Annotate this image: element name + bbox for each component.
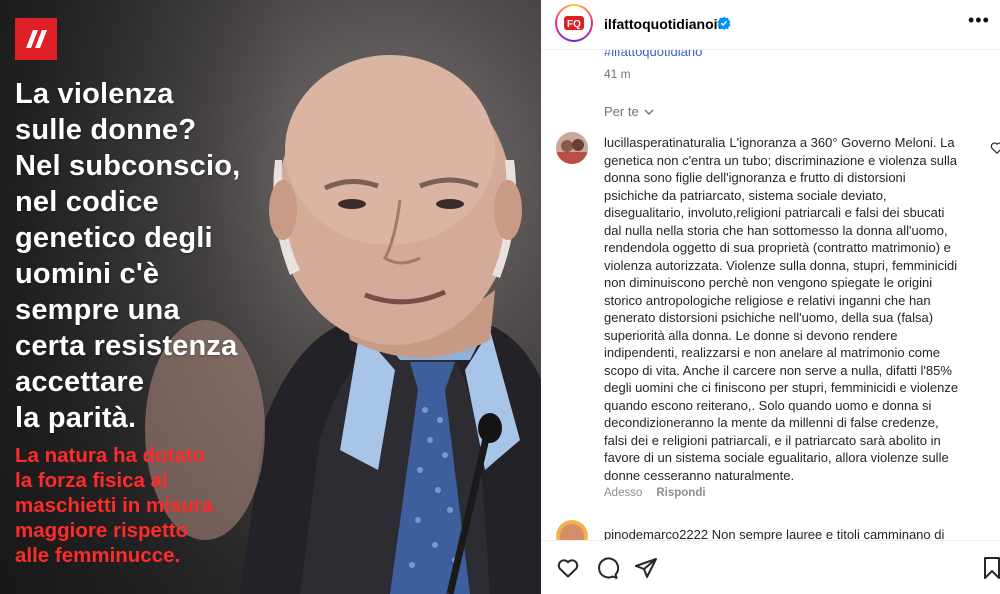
comment-avatar[interactable]: [556, 132, 588, 164]
more-horizontal-icon[interactable]: •••: [968, 10, 990, 31]
chevron-down-icon: [644, 109, 654, 115]
reply-button[interactable]: Rispondi: [656, 487, 705, 499]
action-bar: [541, 540, 1000, 594]
bookmark-icon[interactable]: [984, 556, 1000, 580]
account-avatar[interactable]: FQ: [555, 4, 593, 42]
comment-body: lucillasperatinaturalia L'ignoranza a 360…: [604, 134, 959, 484]
verified-badge-icon: [717, 16, 731, 30]
svg-text:FQ: FQ: [567, 19, 581, 30]
share-icon[interactable]: [634, 556, 658, 580]
post-time: 41 m: [604, 67, 631, 81]
comment-username[interactable]: lucillasperatinaturalia: [604, 135, 725, 150]
post-image[interactable]: La violenza sulle donne? Nel subconscio,…: [0, 0, 541, 594]
post-subhead: La natura ha dotato la forza fisica ai m…: [15, 444, 214, 567]
fatto-logo-icon: FQ: [564, 16, 584, 30]
comment-time: Adesso: [604, 487, 643, 499]
comments-filter-label: Per te: [604, 104, 639, 119]
post-detail-panel: #ilfattoquotidiano FQ ilfattoquotidianoi…: [541, 0, 1000, 594]
comment-meta: Adesso Rispondi: [604, 487, 706, 499]
comment-text: L'ignoranza a 360° Governo Meloni. La ge…: [604, 135, 959, 483]
heart-icon[interactable]: [556, 556, 580, 580]
post-headline: La violenza sulle donne? Nel subconscio,…: [15, 78, 241, 434]
comments-filter[interactable]: Per te: [604, 104, 655, 119]
post-header: FQ ilfattoquotidianoit •••: [541, 0, 1000, 50]
account-username[interactable]: ilfattoquotidianoit: [604, 16, 722, 32]
comment-like-icon[interactable]: [990, 141, 1000, 155]
comment-icon[interactable]: [595, 556, 619, 580]
